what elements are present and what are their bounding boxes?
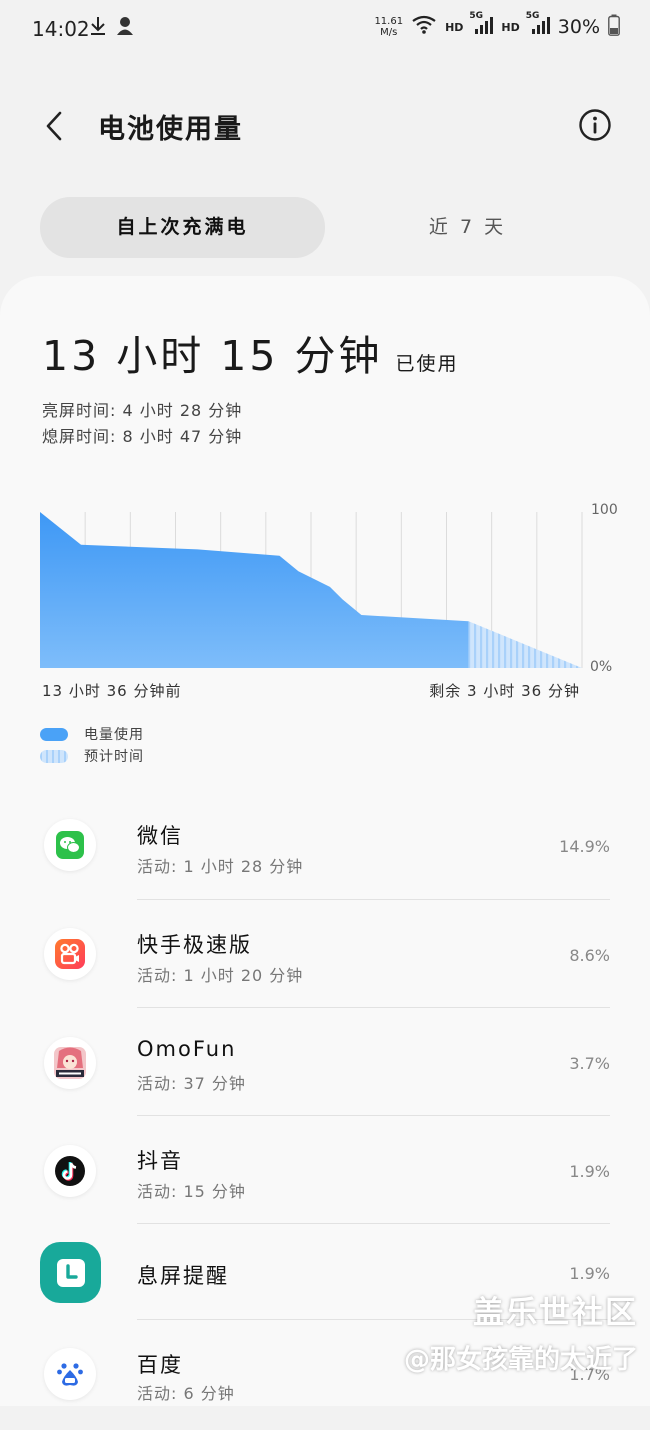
watermark-user: @那女孩靠的太近了 <box>403 1345 638 1375</box>
legend-label-usage: 电量使用 <box>84 727 144 743</box>
app-activity: 活动: 6 分钟 <box>137 1384 235 1403</box>
info-icon <box>579 109 611 141</box>
period-tabs: 自上次充满电 近 7 天 <box>40 197 610 258</box>
row-divider <box>137 1007 610 1008</box>
app-row-wechat[interactable]: 微信 活动: 1 小时 28 分钟 14.9% <box>0 793 650 901</box>
app-activity: 活动: 1 小时 20 分钟 <box>137 966 304 985</box>
signal-icon-2: 5G <box>526 11 550 39</box>
speed-value: 11.61 <box>374 16 404 27</box>
network-speed: 11.61 M/s <box>374 16 403 38</box>
baidu-icon <box>44 1348 96 1400</box>
chart-y-max-label: 100 <box>591 502 618 518</box>
app-activity: 活动: 1 小时 28 分钟 <box>137 857 304 876</box>
legend-label-forecast: 预计时间 <box>84 749 144 765</box>
total-usage: 13 小时 15 分钟 已使用 <box>42 322 459 382</box>
app-percent: 3.7% <box>569 1054 610 1073</box>
chart-area-used <box>40 512 469 668</box>
row-divider <box>137 899 610 900</box>
watermark-brand: 盖乐世社区 <box>473 1295 638 1331</box>
legend-swatch-usage <box>40 727 68 741</box>
total-time: 13 小时 15 分钟 <box>42 332 383 380</box>
app-percent: 8.6% <box>569 946 610 965</box>
omofun-icon <box>44 1037 96 1089</box>
app-row-kuaishou[interactable]: 快手极速版 活动: 1 小时 20 分钟 8.6% <box>0 901 650 1009</box>
douyin-icon <box>44 1145 96 1197</box>
chart-area-forecast <box>468 621 582 668</box>
wechat-icon <box>44 819 96 871</box>
app-name: 息屏提醒 <box>137 1264 229 1288</box>
row-divider <box>137 1115 610 1116</box>
status-time: 14:02 <box>32 17 90 41</box>
app-percent: 14.9% <box>559 837 610 856</box>
page-title: 电池使用量 <box>98 114 243 145</box>
legend-item-usage: 电量使用 <box>40 724 144 744</box>
screen-on-time: 亮屏时间: 4 小时 28 分钟 <box>42 401 243 420</box>
status-right-group: 11.61 M/s HD 5G HD 5G 30% <box>374 11 620 40</box>
app-name: OmoFun <box>137 1037 237 1061</box>
info-button[interactable] <box>578 108 612 142</box>
total-suffix: 已使用 <box>395 353 459 375</box>
download-icon <box>88 14 108 42</box>
legend-swatch-forecast <box>40 749 68 763</box>
network-type-1: 5G <box>469 11 484 21</box>
app-row-douyin[interactable]: 抖音 活动: 15 分钟 1.9% <box>0 1117 650 1225</box>
clock-icon <box>40 1242 101 1303</box>
signal-icon-1: 5G <box>469 11 494 39</box>
network-type-2: 5G <box>525 11 540 21</box>
speed-unit: M/s <box>380 27 398 38</box>
app-header: 电池使用量 <box>0 95 650 159</box>
chart-x-end-label: 剩余 3 小时 36 分钟 <box>429 682 580 700</box>
battery-chart <box>40 512 583 668</box>
row-divider <box>137 1223 610 1224</box>
kuaishou-icon <box>44 928 96 980</box>
hd-label-2: HD <box>501 20 520 34</box>
notification-app-icon <box>114 14 136 42</box>
screen-off-time: 熄屏时间: 8 小时 47 分钟 <box>42 427 243 446</box>
chart-x-start-label: 13 小时 36 分钟前 <box>42 682 182 700</box>
app-activity: 活动: 15 分钟 <box>137 1182 246 1201</box>
app-name: 微信 <box>137 824 183 848</box>
tab-last-7-days[interactable]: 近 7 天 <box>325 197 610 258</box>
app-activity: 活动: 37 分钟 <box>137 1074 246 1093</box>
app-name: 抖音 <box>137 1149 183 1173</box>
tab-since-full-charge[interactable]: 自上次充满电 <box>40 197 325 258</box>
app-percent: 1.9% <box>569 1162 610 1181</box>
app-name: 快手极速版 <box>137 933 252 957</box>
app-row-omofun[interactable]: OmoFun 活动: 37 分钟 3.7% <box>0 1009 650 1117</box>
chart-y-min-label: 0% <box>590 659 613 675</box>
app-name: 百度 <box>137 1353 183 1377</box>
legend-item-forecast: 预计时间 <box>40 746 144 766</box>
battery-icon <box>608 14 620 40</box>
hd-label-1: HD <box>445 20 464 34</box>
back-arrow-icon <box>46 111 62 141</box>
back-button[interactable] <box>38 109 72 143</box>
app-percent: 1.9% <box>569 1264 610 1283</box>
status-bar: 14:02 11.61 M/s HD 5G HD 5G 30% <box>0 0 650 58</box>
wifi-icon <box>411 15 437 39</box>
battery-percent: 30% <box>557 16 600 38</box>
